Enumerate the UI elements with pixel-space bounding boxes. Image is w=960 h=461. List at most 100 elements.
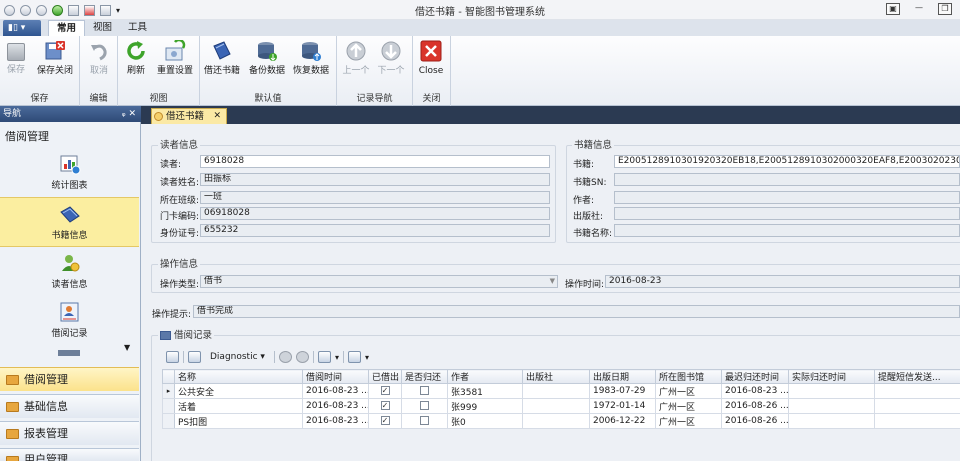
cell-due[interactable]: 2016-08-26 ... [721,398,789,414]
cell-name[interactable]: PS扣图 [174,413,303,429]
cell-lent[interactable]: ✓ [368,398,402,414]
grid-prev-icon[interactable] [278,351,292,363]
cell-due[interactable]: 2016-08-23 ... [721,383,789,399]
grid-export-icon[interactable] [347,351,361,363]
cell-actual-return[interactable] [788,383,875,399]
cell-sms[interactable] [874,413,960,429]
lent-checkbox[interactable]: ✓ [380,416,390,425]
reader-input[interactable]: 6918028 [200,155,550,168]
save-button[interactable]: 保存 [5,40,27,76]
returned-checkbox[interactable] [420,416,429,425]
cell-due[interactable]: 2016-08-26 ... [721,413,789,429]
cell-pub-date[interactable]: 1972-01-14 [589,398,656,414]
next-record-button[interactable]: 下一个 [376,40,406,77]
column-header[interactable]: 出版日期 [589,369,656,384]
cell-publisher[interactable] [522,413,590,429]
cell-lent[interactable]: ✓ [368,413,402,429]
returned-checkbox[interactable] [420,386,429,395]
cell-library[interactable]: 广州一区 [655,413,722,429]
column-header[interactable]: 提醒短信发送... [874,369,960,384]
maximize-icon[interactable]: ❐ [938,3,952,15]
cell-actual-return[interactable] [788,413,875,429]
lent-checkbox[interactable]: ✓ [380,386,390,395]
chevron-down-icon[interactable]: ▾ [365,353,369,362]
tab-tools[interactable]: 工具 [120,20,155,36]
lent-checkbox[interactable]: ✓ [380,401,390,410]
cell-returned[interactable] [401,413,448,429]
pin-icon[interactable]: ᵩ ✕ [122,106,136,122]
document-tab-borrow-return[interactable]: 借还书籍 ✕ [151,108,228,124]
tab-view[interactable]: 视图 [85,20,120,36]
backup-data-button[interactable]: 备份数据 [248,40,286,77]
cell-pub-date[interactable]: 2006-12-22 [589,413,656,429]
column-header[interactable]: 所在图书馆 [655,369,722,384]
grid-add-icon[interactable] [166,351,179,363]
book-info-title: 书籍信息 [572,137,615,151]
table-row[interactable]: PS扣图 2016-08-23 ... ✓ 张0 2006-12-22 广州一区… [162,413,960,429]
restore-data-button[interactable]: 恢复数据 [292,40,330,77]
restore-icon[interactable]: ▣ [886,3,900,15]
sidebar-item-reader-info[interactable]: 读者信息 [0,247,139,297]
cell-returned[interactable] [401,383,448,399]
table-row[interactable]: 活着 2016-08-23 ... ✓ 张999 1972-01-14 广州一区… [162,398,960,414]
cell-actual-return[interactable] [788,398,875,414]
reset-settings-button[interactable]: 重置设置 [156,38,194,77]
sidebar-scroll-down-icon[interactable]: ▼ [124,343,130,352]
column-header[interactable]: 是否归还 [401,369,448,384]
ribbon-group-label: 记录导航 [356,94,393,104]
cell-publisher[interactable] [522,383,590,399]
tab-common[interactable]: 常用 [48,20,86,36]
cell-borrow-time[interactable]: 2016-08-23 ... [302,413,369,429]
close-button[interactable]: Close [418,40,444,77]
cell-sms[interactable] [874,398,960,414]
refresh-button[interactable]: 刷新 [124,40,148,77]
chevron-down-icon[interactable]: ▾ [335,353,339,362]
cancel-button[interactable]: 取消 [86,40,112,77]
previous-record-button[interactable]: 上一个 [341,40,371,77]
diagnostic-dropdown[interactable]: Diagnostic ▾ [205,350,270,364]
operation-type-select[interactable]: 借书 ▼ [200,275,558,288]
cell-library[interactable]: 广州一区 [655,398,722,414]
operation-time-field[interactable]: 2016-08-23 [605,275,960,288]
cell-borrow-time[interactable]: 2016-08-23 ... [302,398,369,414]
sidebar-item-borrow-records[interactable]: 借阅记录 [0,296,139,346]
column-header[interactable]: 实际归还时间 [788,369,875,384]
cell-author[interactable]: 张3581 [447,383,523,399]
sidebar-item-book-info[interactable]: 书籍信息 [0,197,139,247]
cell-publisher[interactable] [522,398,590,414]
save-close-button[interactable]: 保存关闭 [36,40,74,77]
cell-lent[interactable]: ✓ [368,383,402,399]
cell-name[interactable]: 公共安全 [174,383,303,399]
column-header[interactable]: 最迟归还时间 [721,369,789,384]
grid-next-icon[interactable] [295,351,309,363]
cell-name[interactable]: 活着 [174,398,303,414]
column-header[interactable]: 作者 [447,369,523,384]
cell-returned[interactable] [401,398,448,414]
grid-copy-icon[interactable] [188,351,201,363]
sidebar-group-basic-info[interactable]: 基础信息 [0,394,139,418]
returned-checkbox[interactable] [420,401,429,410]
column-header[interactable]: 出版社 [522,369,590,384]
sidebar-group-report-management[interactable]: 报表管理 [0,421,139,445]
cell-library[interactable]: 广州一区 [655,383,722,399]
cell-author[interactable]: 张999 [447,398,523,414]
table-row[interactable]: ▸ 公共安全 2016-08-23 ... ✓ 张3581 1983-07-29… [162,383,960,399]
sidebar-group-user-management[interactable]: 用户管理 [0,448,139,461]
minimize-icon[interactable]: — [912,3,926,15]
refresh-icon [125,40,147,62]
cell-author[interactable]: 张0 [447,413,523,429]
window-title: 借还书籍 - 智能图书管理系统 [415,7,545,18]
sidebar-item-statistics[interactable]: 统计图表 [0,148,139,198]
cell-pub-date[interactable]: 1983-07-29 [589,383,656,399]
book-input[interactable]: E2005128910301920320EB18,E20051289103020… [614,155,960,168]
cell-borrow-time[interactable]: 2016-08-23 ... [302,383,369,399]
cell-sms[interactable] [874,383,960,399]
column-header[interactable]: 名称 [174,369,303,384]
grid-print-icon[interactable] [317,351,331,363]
column-header[interactable]: 借阅时间 [302,369,369,384]
borrow-return-button[interactable]: 借还书籍 [204,40,240,77]
column-header[interactable]: 已借出 [368,369,402,384]
sidebar-group-borrow-management[interactable]: 借阅管理 [0,367,139,391]
application-menu-button[interactable]: ▮▯ ▾ [3,20,41,36]
close-tab-icon[interactable]: ✕ [213,109,221,124]
